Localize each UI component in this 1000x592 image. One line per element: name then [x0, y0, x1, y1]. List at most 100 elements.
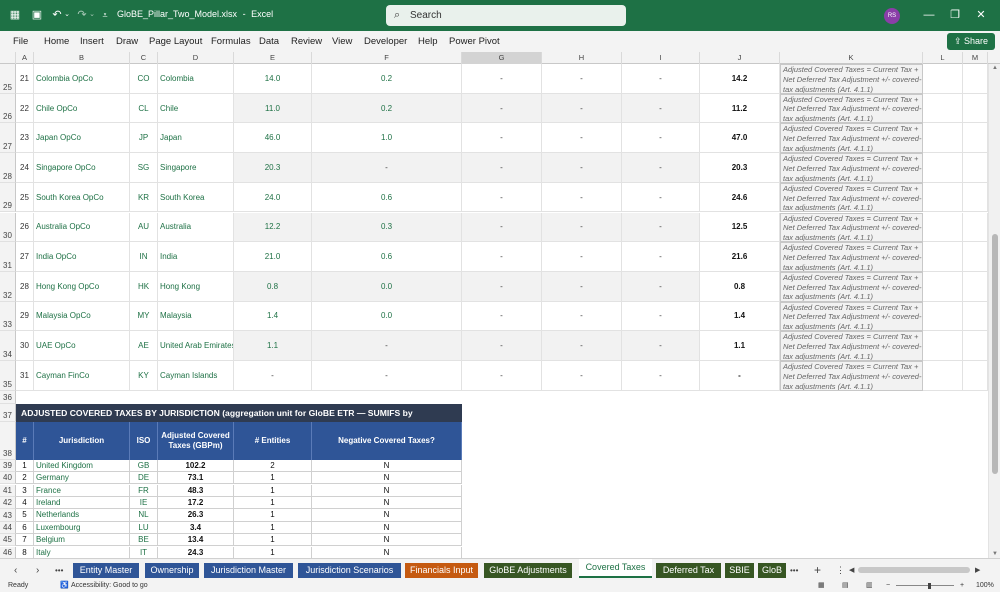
cell-I[interactable]: -: [622, 93, 700, 124]
hscroll-right-icon[interactable]: ▶: [975, 563, 980, 578]
summary-cell[interactable]: 2: [16, 472, 34, 485]
summary-cell[interactable]: DE: [130, 472, 158, 485]
sheet-tab-entity-master[interactable]: Entity Master: [73, 563, 139, 578]
cell-note[interactable]: Adjusted Covered Taxes = Current Tax + N…: [780, 331, 923, 361]
cell-D[interactable]: Colombia: [158, 64, 234, 94]
row-number[interactable]: 42: [0, 496, 16, 510]
row-number[interactable]: 43: [0, 509, 16, 522]
scroll-up-icon[interactable]: ▲: [991, 65, 999, 71]
cell-M[interactable]: [963, 331, 988, 361]
cell-G[interactable]: -: [462, 64, 542, 94]
cell-B[interactable]: Japan OpCo: [34, 123, 130, 154]
summary-cell[interactable]: IT: [130, 546, 158, 558]
undo-dropdown-icon[interactable]: ⌄: [63, 8, 71, 22]
column-header-E[interactable]: E: [234, 52, 312, 64]
cell-F[interactable]: 0.3: [312, 212, 462, 243]
redo-dropdown-icon[interactable]: ⌄: [88, 8, 96, 22]
restore-icon[interactable]: ❐: [948, 8, 962, 22]
cell-A[interactable]: 22: [16, 93, 34, 124]
zoom-in-icon[interactable]: +: [960, 580, 964, 592]
cell-B[interactable]: UAE OpCo: [34, 331, 130, 361]
cell-A[interactable]: 25: [16, 182, 34, 213]
cell-C[interactable]: AU: [130, 212, 158, 243]
summary-cell[interactable]: N: [312, 521, 462, 535]
cell-I[interactable]: -: [622, 64, 700, 94]
column-header-B[interactable]: B: [34, 52, 130, 64]
next-sheet-icon[interactable]: ›: [36, 563, 39, 578]
cell-C[interactable]: HK: [130, 271, 158, 302]
summary-cell[interactable]: 102.2: [158, 459, 234, 473]
row-number[interactable]: 28: [0, 153, 16, 183]
cell-C[interactable]: AE: [130, 331, 158, 361]
cell-B[interactable]: Malaysia OpCo: [34, 301, 130, 332]
cell-G[interactable]: -: [462, 331, 542, 361]
menu-file[interactable]: File: [13, 31, 28, 52]
cell-F[interactable]: 0.0: [312, 271, 462, 302]
cell-H[interactable]: -: [542, 242, 622, 272]
cell-C[interactable]: MY: [130, 301, 158, 332]
column-header-L[interactable]: L: [923, 52, 963, 64]
worksheet-grid[interactable]: 25 21 Colombia OpCo CO Colombia 14.0 0.2- - -14.…: [0, 64, 988, 558]
search-box[interactable]: ⌕ Search: [386, 5, 626, 26]
undo-icon[interactable]: ↶: [50, 8, 64, 22]
summary-cell[interactable]: 1: [234, 496, 312, 510]
cell-L[interactable]: [923, 212, 963, 243]
cell-E[interactable]: 14.0: [234, 64, 312, 94]
cell-G[interactable]: -: [462, 93, 542, 124]
cell-I[interactable]: -: [622, 361, 700, 391]
cell-B[interactable]: Chile OpCo: [34, 93, 130, 124]
cell-C[interactable]: IN: [130, 242, 158, 272]
cell-E[interactable]: 21.0: [234, 242, 312, 272]
summary-cell[interactable]: 8: [16, 546, 34, 558]
cell-J[interactable]: 0.8: [700, 271, 780, 302]
cell-J[interactable]: 47.0: [700, 123, 780, 154]
summary-cell[interactable]: 4: [16, 496, 34, 510]
more-sheets-icon[interactable]: •••: [55, 563, 63, 578]
save-icon[interactable]: ▣: [30, 8, 44, 22]
cell-C[interactable]: CL: [130, 93, 158, 124]
cell-E[interactable]: 11.0: [234, 93, 312, 124]
cell-F[interactable]: 0.6: [312, 182, 462, 213]
cell-G[interactable]: -: [462, 271, 542, 302]
cell-E[interactable]: 24.0: [234, 182, 312, 213]
hscroll-left-icon[interactable]: ◀: [849, 563, 854, 578]
summary-cell[interactable]: LU: [130, 521, 158, 535]
cell-F[interactable]: 0.0: [312, 301, 462, 332]
column-header-H[interactable]: H: [542, 52, 622, 64]
summary-cell[interactable]: NL: [130, 509, 158, 522]
cell-A[interactable]: 30: [16, 331, 34, 361]
summary-cell[interactable]: United Kingdom: [34, 459, 130, 473]
normal-view-icon[interactable]: ▦: [818, 580, 825, 592]
cell-H[interactable]: -: [542, 212, 622, 243]
accessibility-status[interactable]: Accessibility: Good to go: [71, 580, 148, 592]
summary-cell[interactable]: 73.1: [158, 472, 234, 485]
cell-F[interactable]: 0.2: [312, 93, 462, 124]
cell-A[interactable]: 24: [16, 153, 34, 183]
cell-A[interactable]: 28: [16, 271, 34, 302]
column-header-F[interactable]: F: [312, 52, 462, 64]
menu-view[interactable]: View: [332, 31, 352, 52]
cell-C[interactable]: CO: [130, 64, 158, 94]
summary-cell[interactable]: 5: [16, 509, 34, 522]
row-number[interactable]: 26: [0, 93, 16, 124]
sheet-options-icon[interactable]: ⋮: [836, 563, 845, 578]
summary-cell[interactable]: Luxembourg: [34, 521, 130, 535]
cell-L[interactable]: [923, 123, 963, 154]
select-all-corner[interactable]: [0, 52, 16, 64]
cell-G[interactable]: -: [462, 153, 542, 183]
cell-L[interactable]: [923, 93, 963, 124]
menu-formulas[interactable]: Formulas: [211, 31, 251, 52]
cell-E[interactable]: 1.4: [234, 301, 312, 332]
cell-note[interactable]: Adjusted Covered Taxes = Current Tax + N…: [780, 153, 923, 183]
cell-M[interactable]: [963, 271, 988, 302]
summary-cell[interactable]: 3: [16, 484, 34, 497]
summary-cell[interactable]: France: [34, 484, 130, 497]
sheet-tab-globe-adjustments[interactable]: GloBE Adjustments: [484, 563, 572, 578]
cell-note[interactable]: Adjusted Covered Taxes = Current Tax + N…: [780, 64, 923, 94]
row-number[interactable]: 39: [0, 459, 16, 473]
row-number[interactable]: 36: [0, 390, 16, 404]
accessibility-icon[interactable]: ♿: [60, 580, 69, 592]
horizontal-scrollbar[interactable]: [858, 567, 970, 573]
cell-note[interactable]: Adjusted Covered Taxes = Current Tax + N…: [780, 123, 923, 154]
cell-M[interactable]: [963, 64, 988, 94]
